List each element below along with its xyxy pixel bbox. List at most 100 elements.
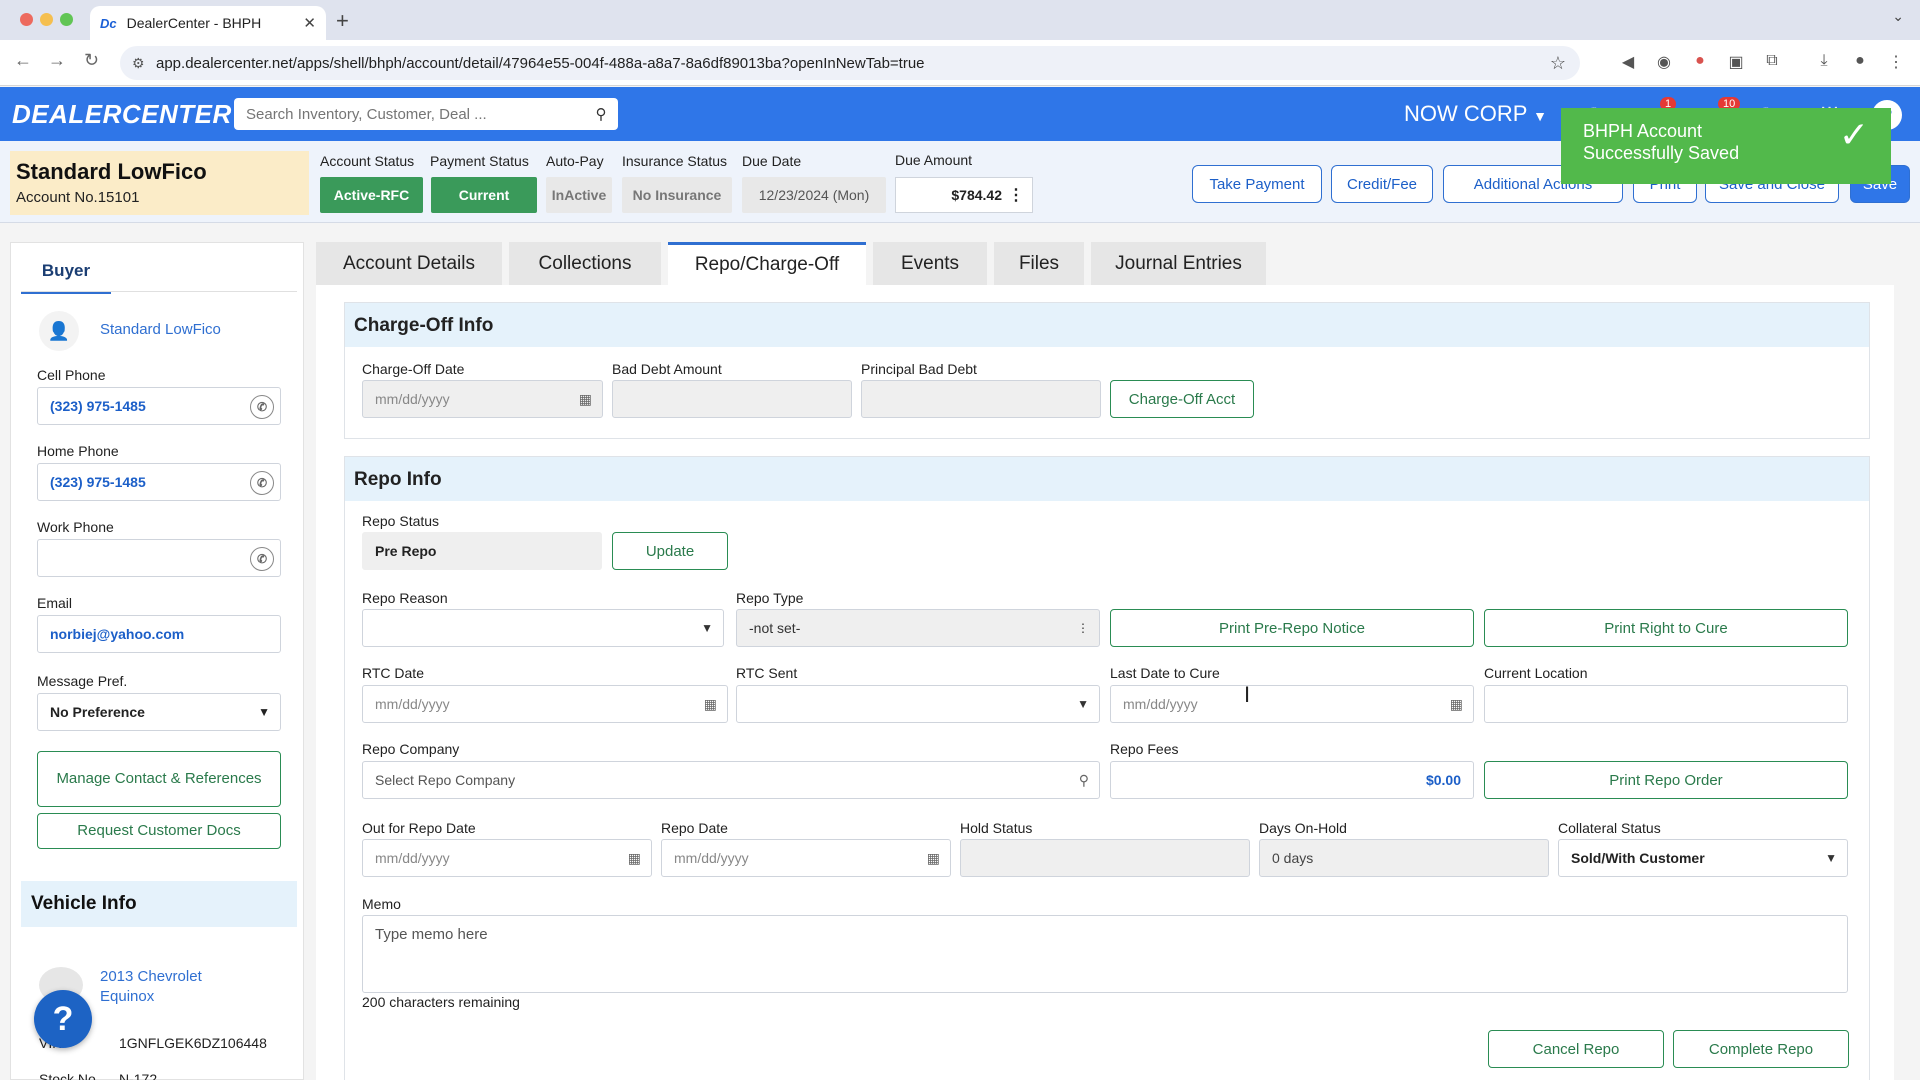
- repo-company-search[interactable]: Select Repo Company ⚲: [362, 761, 1100, 799]
- toast-line-2: Successfully Saved: [1583, 143, 1740, 163]
- rtc-sent-select[interactable]: ▼: [736, 685, 1100, 723]
- update-button[interactable]: Update: [612, 532, 728, 570]
- bookmark-star-icon[interactable]: ☆: [1550, 53, 1566, 74]
- global-search[interactable]: ⚲: [234, 98, 618, 130]
- tab-account-details[interactable]: Account Details: [316, 242, 502, 285]
- speaker-icon[interactable]: ◀: [1618, 52, 1638, 72]
- collateral-status-select[interactable]: Sold/With Customer ▼: [1558, 839, 1848, 877]
- tab-files[interactable]: Files: [994, 242, 1084, 285]
- tab-events[interactable]: Events: [873, 242, 987, 285]
- phone-call-icon[interactable]: ✆: [250, 395, 274, 419]
- calendar-icon[interactable]: ▦: [1450, 696, 1463, 713]
- more-options-icon[interactable]: ⋮: [1077, 621, 1089, 635]
- cancel-repo-button[interactable]: Cancel Repo: [1488, 1030, 1664, 1068]
- profile-avatar-icon[interactable]: ●: [1850, 52, 1870, 72]
- print-repo-order-button[interactable]: Print Repo Order: [1484, 761, 1848, 799]
- toast-line-1: BHPH Account: [1583, 121, 1703, 141]
- close-tab-icon[interactable]: ✕: [303, 14, 316, 32]
- global-search-input[interactable]: [246, 105, 584, 123]
- calendar-icon[interactable]: ▦: [579, 391, 592, 408]
- help-button[interactable]: ?: [34, 990, 92, 1048]
- search-icon[interactable]: ⚲: [1079, 772, 1089, 789]
- hold-status-input[interactable]: [960, 839, 1250, 877]
- account-name: Standard LowFico: [16, 159, 207, 184]
- collateral-status-label: Collateral Status: [1558, 820, 1661, 836]
- auto-pay-badge: InActive: [546, 177, 612, 213]
- color-extension-icon[interactable]: ●: [1690, 52, 1710, 72]
- search-icon[interactable]: ⚲: [584, 105, 618, 123]
- days-on-hold-value: 0 days: [1259, 839, 1549, 877]
- complete-repo-button[interactable]: Complete Repo: [1673, 1030, 1849, 1068]
- insurance-status-badge: No Insurance: [622, 177, 732, 213]
- browser-menu-icon[interactable]: ⋮: [1886, 52, 1906, 72]
- download-icon[interactable]: ⤓: [1814, 52, 1834, 72]
- last-date-to-cure-input[interactable]: mm/dd/yyyy ▦: [1110, 685, 1474, 723]
- email-field[interactable]: norbiej@yahoo.com: [37, 615, 281, 653]
- credit-fee-button[interactable]: Credit/Fee: [1331, 165, 1433, 203]
- reload-icon[interactable]: ↻: [84, 50, 99, 71]
- out-for-repo-date-input[interactable]: mm/dd/yyyy ▦: [362, 839, 652, 877]
- home-phone-label: Home Phone: [37, 443, 119, 459]
- memo-textarea[interactable]: Type memo here: [362, 915, 1848, 993]
- minimize-window-button[interactable]: [40, 13, 53, 26]
- repo-fees-input[interactable]: $0.00: [1110, 761, 1474, 799]
- tab-repo-charge-off[interactable]: Repo/Charge-Off: [668, 242, 866, 285]
- manage-contact-button[interactable]: Manage Contact & References: [37, 751, 281, 807]
- message-pref-select[interactable]: No Preference ▼: [37, 693, 281, 731]
- home-phone-field[interactable]: (323) 975-1485 ✆: [37, 463, 281, 501]
- corp-selector[interactable]: NOW CORP ▼: [1404, 101, 1547, 127]
- screenshot-icon[interactable]: ▣: [1726, 52, 1746, 72]
- password-extension-icon[interactable]: ◉: [1654, 52, 1674, 72]
- maximize-window-button[interactable]: [60, 13, 73, 26]
- repo-reason-label: Repo Reason: [362, 590, 448, 606]
- charge-off-date-input[interactable]: mm/dd/yyyy ▦: [362, 380, 603, 418]
- success-toast[interactable]: BHPH Account Successfully Saved ✓: [1561, 108, 1891, 184]
- repo-date-label: Repo Date: [661, 820, 728, 836]
- repo-type-select[interactable]: -not set- ⋮: [736, 609, 1100, 647]
- phone-call-icon[interactable]: ✆: [250, 471, 274, 495]
- bad-debt-amount-label: Bad Debt Amount: [612, 361, 722, 377]
- email-value: norbiej@yahoo.com: [50, 626, 185, 642]
- tab-buyer[interactable]: Buyer: [21, 261, 111, 294]
- rtc-date-input[interactable]: mm/dd/yyyy ▦: [362, 685, 728, 723]
- extensions-puzzle-icon[interactable]: ⧉: [1762, 52, 1782, 72]
- print-pre-repo-notice-button[interactable]: Print Pre-Repo Notice: [1110, 609, 1474, 647]
- charge-off-date-label: Charge-Off Date: [362, 361, 465, 377]
- person-icon: 👤: [39, 311, 79, 351]
- dealercenter-logo[interactable]: DEALERCENTER: [12, 99, 232, 130]
- tab-menu-chevron-icon[interactable]: ⌄: [1892, 8, 1904, 25]
- repo-reason-select[interactable]: ▼: [362, 609, 724, 647]
- principal-bad-debt-input[interactable]: [861, 380, 1101, 418]
- calendar-icon[interactable]: ▦: [628, 850, 641, 867]
- buyer-name-link[interactable]: Standard LowFico: [100, 321, 221, 338]
- account-number: Account No.15101: [16, 189, 303, 206]
- print-right-to-cure-button[interactable]: Print Right to Cure: [1484, 609, 1848, 647]
- characters-remaining: 200 characters remaining: [362, 994, 520, 1010]
- close-window-button[interactable]: [20, 13, 33, 26]
- site-info-icon[interactable]: ⚙: [132, 55, 145, 72]
- current-location-input[interactable]: [1484, 685, 1848, 723]
- due-amount-label: Due Amount: [895, 152, 973, 168]
- work-phone-field[interactable]: ✆: [37, 539, 281, 577]
- calendar-icon[interactable]: ▦: [704, 696, 717, 713]
- vehicle-link[interactable]: 2013 Chevrolet Equinox: [100, 967, 230, 1007]
- calendar-icon[interactable]: ▦: [927, 850, 940, 867]
- vin-value: 1GNFLGEK6DZ106448: [119, 1035, 267, 1051]
- tab-journal-entries[interactable]: Journal Entries: [1091, 242, 1266, 285]
- stock-label: Stock No.: [39, 1071, 100, 1080]
- cell-phone-value: (323) 975-1485: [50, 398, 146, 414]
- browser-tab[interactable]: Dc DealerCenter - BHPH ✕: [90, 6, 326, 40]
- take-payment-button[interactable]: Take Payment: [1192, 165, 1322, 203]
- bad-debt-amount-input[interactable]: [612, 380, 852, 418]
- cell-phone-field[interactable]: (323) 975-1485 ✆: [37, 387, 281, 425]
- request-docs-button[interactable]: Request Customer Docs: [37, 813, 281, 849]
- phone-call-icon[interactable]: ✆: [250, 547, 274, 571]
- new-tab-icon[interactable]: +: [336, 8, 349, 34]
- due-amount-more-icon[interactable]: ⋮: [1008, 185, 1024, 205]
- address-bar[interactable]: ⚙ app.dealercenter.net/apps/shell/bhph/a…: [120, 46, 1580, 80]
- tab-collections[interactable]: Collections: [509, 242, 661, 285]
- back-arrow-icon[interactable]: ←: [14, 50, 32, 71]
- charge-off-acct-button[interactable]: Charge-Off Acct: [1110, 380, 1254, 418]
- forward-arrow-icon[interactable]: →: [48, 50, 66, 71]
- repo-date-input[interactable]: mm/dd/yyyy ▦: [661, 839, 951, 877]
